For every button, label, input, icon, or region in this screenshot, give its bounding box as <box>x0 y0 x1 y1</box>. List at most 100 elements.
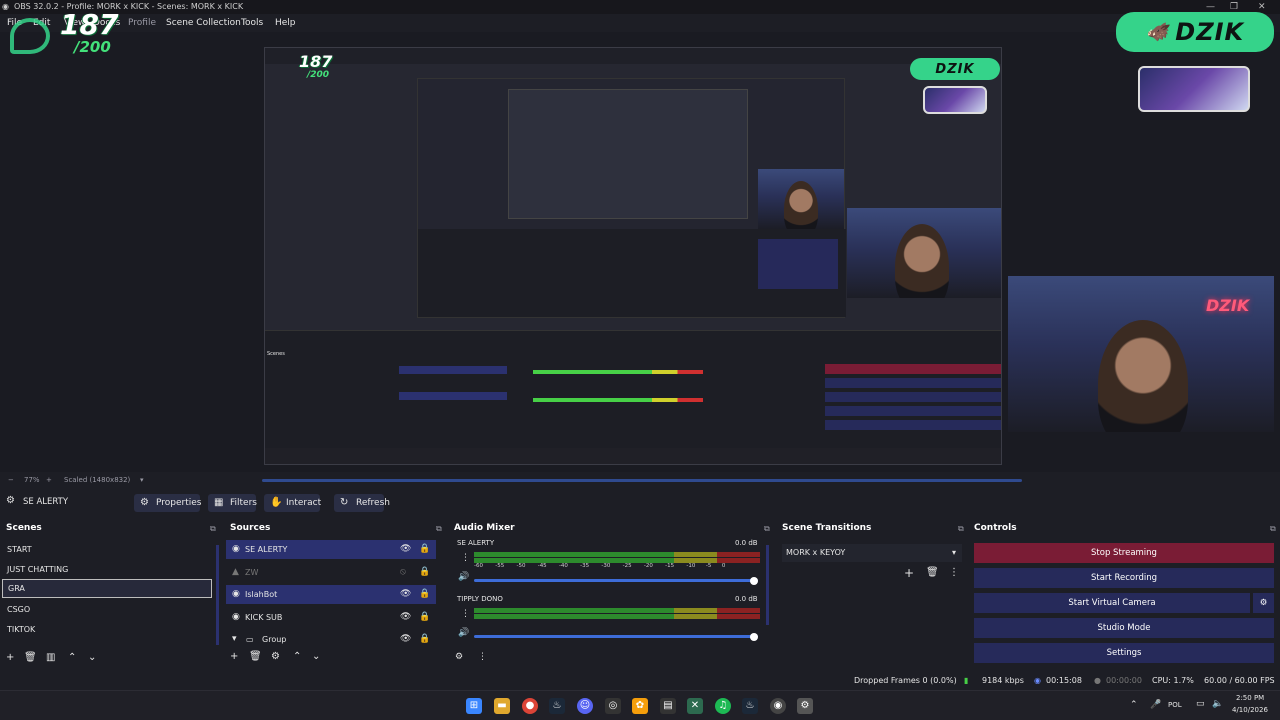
stop-streaming-button[interactable]: Stop Streaming <box>974 543 1274 563</box>
scenes-float-icon[interactable]: ⧉ <box>210 524 216 534</box>
source-up-button[interactable]: ⌃ <box>293 651 301 662</box>
start-virtual-camera-button[interactable]: Start Virtual Camera <box>974 593 1250 613</box>
volume-knob[interactable] <box>750 577 758 585</box>
network-icon[interactable]: ▭ <box>1196 699 1205 709</box>
scene-item[interactable]: JUST CHATTING <box>7 565 68 574</box>
lock-icon[interactable]: 🔒 <box>419 630 430 649</box>
transition-select[interactable]: MORK x KEYOY ▾ <box>782 544 962 562</box>
remove-source-button[interactable]: 🗑 <box>249 651 262 662</box>
menu-profile[interactable]: Profile <box>128 14 156 32</box>
mixer-settings-icon[interactable]: ⚙ <box>455 652 463 662</box>
refresh-button[interactable]: ↻ Refresh <box>334 494 390 512</box>
source-row[interactable]: ◉ IslahBot 👁 🔒 <box>226 585 436 604</box>
lock-icon[interactable]: 🔒 <box>419 563 430 582</box>
eye-icon[interactable]: 👁 <box>400 540 411 559</box>
boar-icon: 🐗 <box>1145 21 1170 43</box>
app-icon[interactable]: ▤ <box>660 698 676 714</box>
virtual-camera-settings-button[interactable]: ⚙ <box>1253 593 1274 613</box>
eye-hidden-icon[interactable]: ⦸ <box>400 563 406 582</box>
source-row[interactable]: ◉ KICK SUB 👁 🔒 <box>226 608 436 627</box>
menu-help[interactable]: Help <box>275 14 296 32</box>
mixer-scrollbar[interactable] <box>766 545 769 625</box>
eye-icon[interactable]: 👁 <box>400 630 411 649</box>
language-indicator[interactable]: POL <box>1168 701 1182 709</box>
scene-item[interactable]: CSGO <box>7 605 30 614</box>
transitions-float-icon[interactable]: ⧉ <box>958 524 964 534</box>
nested-webcam <box>847 208 1001 298</box>
volume-knob[interactable] <box>750 633 758 641</box>
mic-icon[interactable]: 🎤 <box>1150 700 1161 710</box>
discord-icon[interactable]: ☺ <box>577 698 593 714</box>
volume-slider[interactable] <box>474 579 758 582</box>
steam-icon[interactable]: ♨ <box>549 698 565 714</box>
controls-float-icon[interactable]: ⧉ <box>1270 524 1276 534</box>
scenes-scrollbar[interactable] <box>216 545 219 645</box>
app-icon[interactable]: ✕ <box>687 698 703 714</box>
lock-icon[interactable]: 🔒 <box>419 585 430 604</box>
source-row[interactable]: ▲ ZW ⦸ 🔒 <box>226 563 436 582</box>
add-transition-button[interactable]: + <box>904 566 914 580</box>
menu-tools[interactable]: Tools <box>241 14 263 32</box>
settings-app-icon[interactable]: ⚙ <box>797 698 813 714</box>
nested-goal: /200 <box>307 70 330 80</box>
source-down-button[interactable]: ⌄ <box>312 651 320 662</box>
add-source-button[interactable]: + <box>230 651 238 662</box>
move-down-button[interactable]: ⌄ <box>88 652 96 663</box>
steam-icon[interactable]: ♨ <box>742 698 758 714</box>
start-recording-button[interactable]: Start Recording <box>974 568 1274 588</box>
file-explorer-icon[interactable]: ▬ <box>494 698 510 714</box>
app-icon[interactable]: ◎ <box>605 698 621 714</box>
filters-button[interactable]: ▦ Filters <box>208 494 257 512</box>
spotify-icon[interactable]: ♫ <box>715 698 731 714</box>
add-scene-button[interactable]: + <box>6 652 14 663</box>
sub-counter: 187 <box>60 8 119 41</box>
windows-start-icon[interactable]: ⊞ <box>466 698 482 714</box>
clock-time[interactable]: 2:50 PM <box>1236 694 1264 702</box>
signal-icon: ▮ <box>964 676 969 685</box>
mixer-float-icon[interactable]: ⧉ <box>764 524 770 534</box>
eye-icon[interactable]: 👁 <box>400 585 411 604</box>
source-properties-button[interactable]: ⚙ <box>271 651 280 662</box>
remove-transition-button[interactable]: 🗑 <box>926 567 939 578</box>
zoom-out-button[interactable]: − <box>8 472 14 488</box>
speaker-icon[interactable]: 🔊 <box>458 572 469 582</box>
scene-item[interactable]: TIKTOK <box>7 625 35 634</box>
transition-menu-button[interactable]: ⋮ <box>949 567 959 578</box>
preview-canvas[interactable]: 187 /200 🐗 DZIK DZIK 187 /200 DZIK Scene… <box>0 8 1280 472</box>
lock-icon[interactable]: 🔒 <box>419 540 430 559</box>
obs-logo-icon: ◉ <box>2 2 9 11</box>
scene-filters-button[interactable]: ▥ <box>46 652 55 663</box>
channel-menu-icon[interactable]: ⋮ <box>461 553 470 563</box>
preview-scrollbar[interactable] <box>262 479 1022 482</box>
speaker-icon[interactable]: 🔊 <box>458 628 469 638</box>
source-row[interactable]: ▾ ▭ Group 👁 🔒 <box>226 630 436 649</box>
scene-item[interactable]: START <box>7 545 32 554</box>
properties-button[interactable]: ⚙ Properties <box>134 494 201 512</box>
app-icon[interactable]: ✿ <box>632 698 648 714</box>
studio-mode-button[interactable]: Studio Mode <box>974 618 1274 638</box>
sources-float-icon[interactable]: ⧉ <box>436 524 442 534</box>
scene-item-selected[interactable]: GRA <box>2 579 212 598</box>
expand-arrow-icon[interactable]: ▾ <box>232 630 237 649</box>
lock-icon[interactable]: 🔒 <box>419 608 430 627</box>
zoom-in-button[interactable]: + <box>46 472 52 488</box>
menu-bar: File Edit View Docks Profile Scene Colle… <box>0 14 1280 32</box>
mixer-menu-icon[interactable]: ⋮ <box>478 652 487 662</box>
scale-dropdown-icon[interactable]: ▾ <box>140 472 144 488</box>
tray-expand-icon[interactable]: ⌃ <box>1130 700 1138 710</box>
settings-button[interactable]: Settings <box>974 643 1274 663</box>
clock-date[interactable]: 4/10/2026 <box>1232 706 1268 714</box>
volume-slider[interactable] <box>474 635 758 638</box>
obs-icon[interactable]: ◉ <box>770 698 786 714</box>
channel-menu-icon[interactable]: ⋮ <box>461 609 470 619</box>
interact-button[interactable]: ✋ Interact <box>264 494 321 512</box>
nested-brand-name: DZIK <box>935 61 975 77</box>
menu-scene-collection[interactable]: Scene Collection <box>166 14 241 32</box>
eye-icon[interactable]: 👁 <box>400 608 411 627</box>
chrome-icon[interactable]: ● <box>522 698 538 714</box>
remove-scene-button[interactable]: 🗑 <box>24 652 37 663</box>
volume-icon[interactable]: 🔈 <box>1212 699 1223 709</box>
move-up-button[interactable]: ⌃ <box>68 652 76 663</box>
source-row[interactable]: ◉ SE ALERTY 👁 🔒 <box>226 540 436 559</box>
title-bar: ◉ OBS 32.0.2 - Profile: MORK x KICK - Sc… <box>0 0 1280 14</box>
